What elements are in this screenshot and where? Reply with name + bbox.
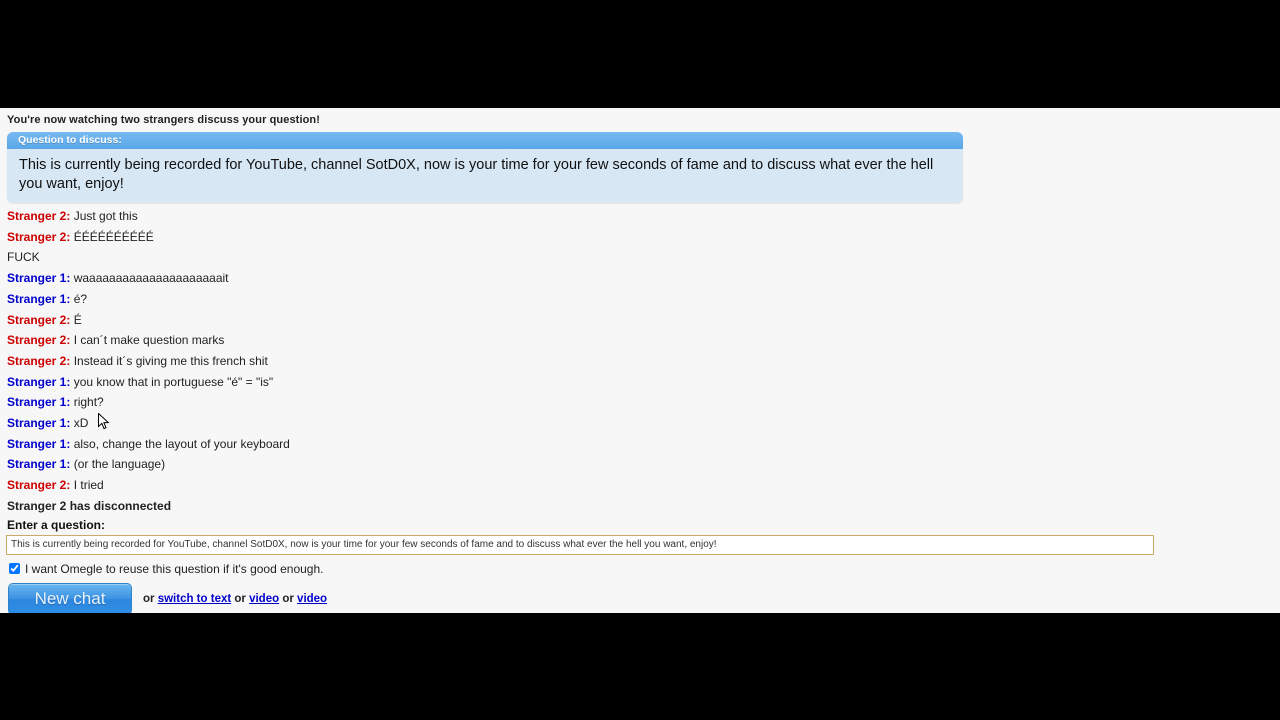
letterbox-bottom-bar <box>0 613 1280 720</box>
chat-message: Stranger 2: Just got this <box>7 206 1280 227</box>
chat-message-speaker: Stranger 1: <box>7 395 71 410</box>
chat-message-speaker: Stranger 1: <box>7 436 71 451</box>
chat-message: Stranger 1: right? <box>7 392 1280 413</box>
chat-message-speaker: Stranger 1: <box>7 271 71 286</box>
question-banner-text: This is currently being recorded for You… <box>7 149 963 203</box>
chat-message-text: Just got this <box>70 209 138 223</box>
or-separator-3: or <box>282 592 294 605</box>
video-link-2[interactable]: video <box>297 593 327 605</box>
video-link-1[interactable]: video <box>249 593 279 605</box>
reuse-question-label: I want Omegle to reuse this question if … <box>25 561 324 576</box>
chat-message-text: xD <box>70 416 89 431</box>
chat-continuation-line: FUCK <box>7 250 40 265</box>
or-separator-2: or <box>234 592 246 605</box>
chat-message: Stranger 2: É <box>7 310 1280 331</box>
chat-message-text: Instead it´s giving me this french shit <box>70 353 268 368</box>
question-to-discuss-banner: Question to discuss: This is currently b… <box>7 132 963 203</box>
omegle-chat-page: You're now watching two strangers discus… <box>0 108 1280 613</box>
chat-message-speaker: Stranger 2: <box>7 333 71 348</box>
letterbox-top-bar <box>0 0 1280 108</box>
chat-message: Stranger 1: also, change the layout of y… <box>7 434 1280 455</box>
chat-message: Stranger 2: I tried <box>7 475 1280 496</box>
chat-message: Stranger 1: waaaaaaaaaaaaaaaaaaaaait <box>7 268 1280 289</box>
chat-message-text: é? <box>70 291 88 306</box>
chat-message-text: É <box>70 312 82 327</box>
reuse-question-row: I want Omegle to reuse this question if … <box>0 555 1280 576</box>
action-links: or switch to text or video or video <box>143 592 327 606</box>
chat-message-speaker: Stranger 1: <box>7 457 71 472</box>
chat-message-text: waaaaaaaaaaaaaaaaaaaaait <box>70 271 229 286</box>
chat-message-text: I tried <box>70 478 104 493</box>
enter-question-label: Enter a question: <box>7 517 106 532</box>
or-separator-1: or <box>143 592 155 605</box>
chat-message-text: ÉÉÉÉÉÉÉÉÉÉ <box>70 229 154 244</box>
chat-message-speaker: Stranger 1: <box>7 374 71 389</box>
chat-message: Stranger 2: Instead it´s giving me this … <box>7 351 1280 372</box>
chat-message-speaker: Stranger 2: <box>7 478 71 493</box>
chat-message: Stranger 1: xD <box>7 413 1280 434</box>
chat-message-speaker: Stranger 2: <box>7 312 71 327</box>
chat-message: Stranger 2: I can´t make question marks <box>7 330 1280 351</box>
question-banner-title: Question to discuss: <box>7 132 963 149</box>
status-message: You're now watching two strangers discus… <box>7 114 320 126</box>
chat-message-text: (or the language) <box>70 457 166 472</box>
chat-message-speaker: Stranger 2: <box>7 209 71 223</box>
chat-message: Stranger 1: (or the language) <box>7 454 1280 475</box>
switch-to-text-link[interactable]: switch to text <box>158 593 231 605</box>
question-input[interactable] <box>6 534 1154 555</box>
chat-message-text: I can´t make question marks <box>70 333 225 348</box>
chat-message-speaker: Stranger 1: <box>7 291 71 306</box>
chat-system-message: Stranger 2 has disconnected <box>7 498 172 513</box>
chat-message-speaker: Stranger 2: <box>7 353 71 368</box>
chat-message: Stranger 1: you know that in portuguese … <box>7 372 1280 393</box>
new-chat-button[interactable]: New chat <box>8 582 132 613</box>
reuse-question-checkbox[interactable] <box>9 563 20 575</box>
chat-message-text: also, change the layout of your keyboard <box>70 436 290 451</box>
action-row: New chat or switch to text or video or v… <box>0 576 1280 613</box>
chat-message-text: you know that in portuguese "é" = "is" <box>70 374 274 389</box>
chat-log: Stranger 2: Just got this Stranger 2: ÉÉÉ… <box>0 203 1280 517</box>
chat-message-text: right? <box>70 395 104 410</box>
chat-message: Stranger 1: é? <box>7 289 1280 310</box>
chat-message-speaker: Stranger 2: <box>7 229 71 244</box>
chat-message: Stranger 2: ÉÉÉÉÉÉÉÉÉÉ <box>7 227 1280 248</box>
chat-message-speaker: Stranger 1: <box>7 416 71 431</box>
